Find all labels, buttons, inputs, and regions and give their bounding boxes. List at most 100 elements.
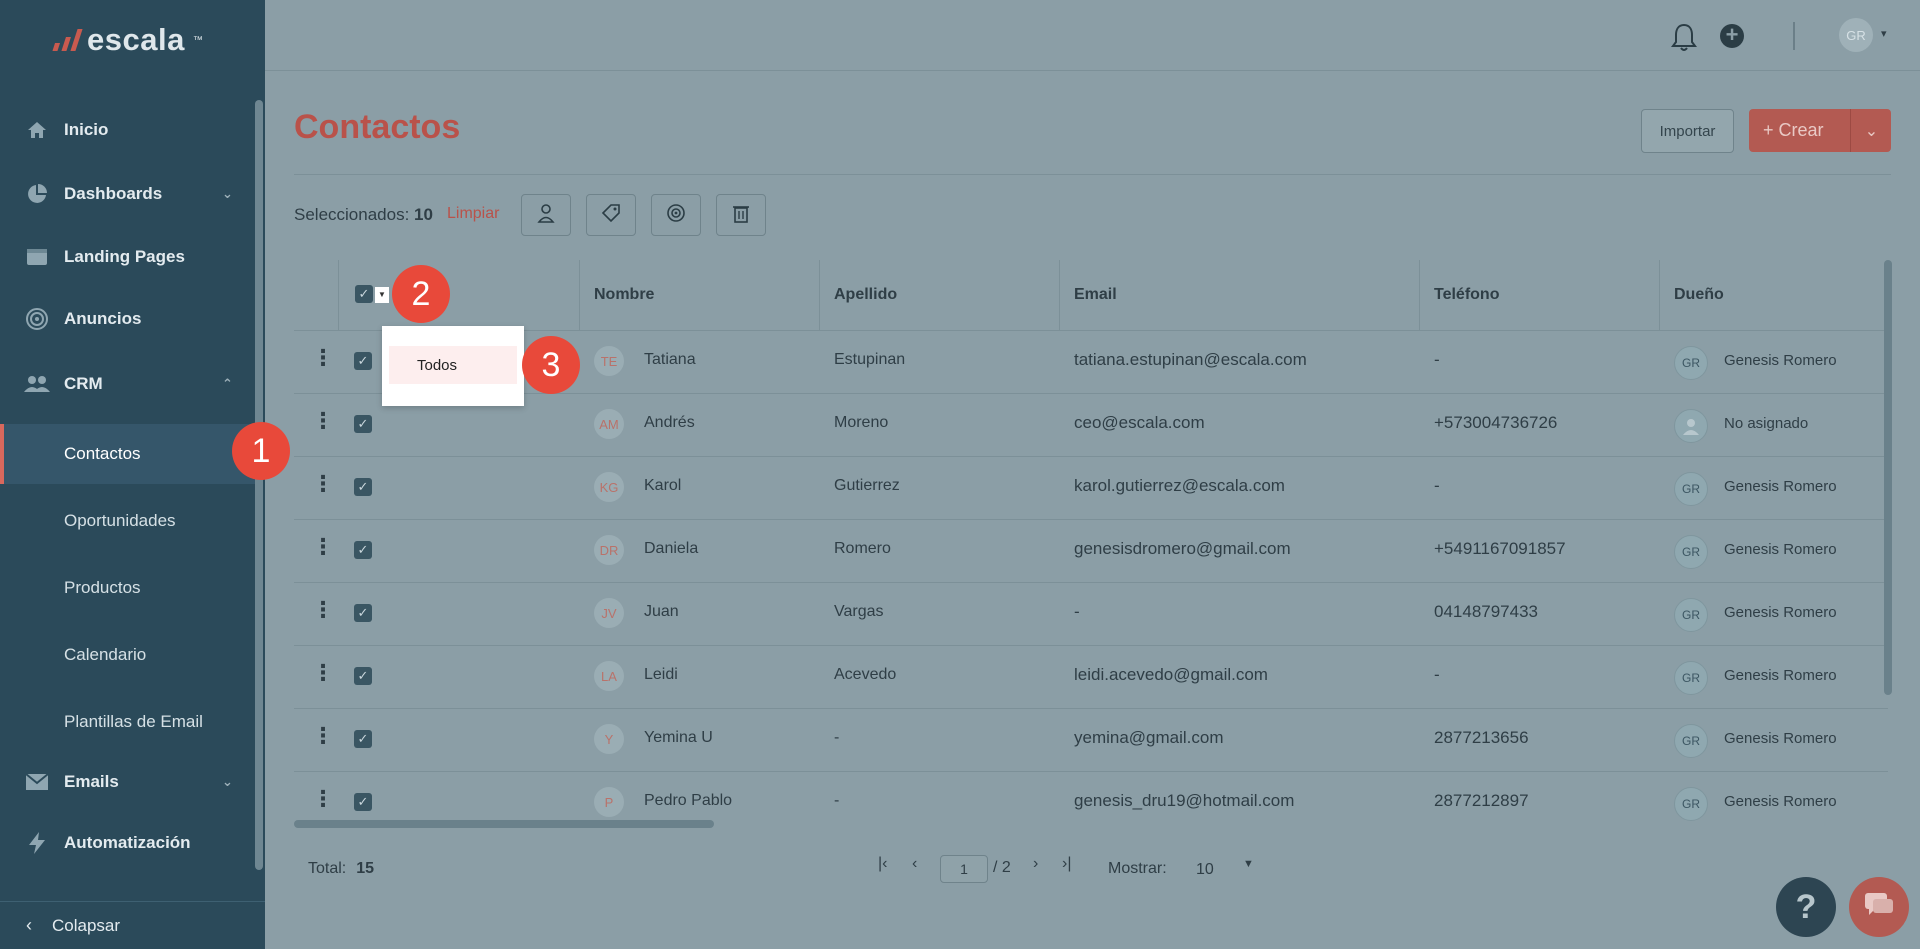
table-row[interactable]: ⋮ ✓ Y Yemina U - yemina@gmail.com 287721… [294, 708, 1888, 772]
column-header-apellido[interactable]: Apellido [834, 286, 897, 304]
import-button[interactable]: Importar [1641, 109, 1734, 153]
row-menu-icon[interactable]: ⋮ [312, 662, 334, 684]
select-all-option[interactable]: Todos [389, 346, 517, 384]
pie-chart-icon [24, 181, 50, 207]
bell-icon[interactable] [1671, 22, 1697, 57]
help-button[interactable]: ? [1776, 877, 1836, 937]
row-checkbox[interactable]: ✓ [354, 730, 372, 748]
select-dropdown-toggle[interactable]: ▼ [375, 287, 389, 303]
column-divider [1659, 260, 1660, 330]
sidebar-subitem-calendario[interactable]: Calendario [0, 625, 255, 685]
brand-trademark: ™ [192, 34, 203, 46]
sidebar-item-dashboards[interactable]: Dashboards ⌄ [0, 165, 255, 223]
first-page-icon[interactable]: |‹ [878, 855, 887, 873]
row-menu-icon[interactable]: ⋮ [312, 725, 334, 747]
collapse-sidebar-button[interactable]: ‹ Colapsar [0, 901, 265, 949]
row-menu-icon[interactable]: ⋮ [312, 599, 334, 621]
page-total: / 2 [993, 859, 1011, 876]
step-marker-2: 2 [392, 265, 450, 323]
sidebar-item-crm[interactable]: CRM ⌃ [0, 355, 255, 413]
contact-avatar: P [594, 787, 624, 817]
row-checkbox[interactable]: ✓ [354, 415, 372, 433]
create-dropdown-toggle[interactable]: ⌄ [1850, 109, 1892, 152]
row-checkbox[interactable]: ✓ [354, 352, 372, 370]
next-page-icon[interactable]: › [1033, 855, 1038, 873]
sidebar-item-label: Anuncios [64, 309, 142, 328]
row-checkbox[interactable]: ✓ [354, 604, 372, 622]
column-divider [819, 260, 820, 330]
column-divider [338, 260, 339, 330]
create-button[interactable]: + Crear ⌄ [1749, 109, 1891, 152]
contact-name[interactable]: Andrés [644, 414, 695, 432]
assign-owner-button[interactable] [521, 194, 571, 236]
table-row[interactable]: ⋮ ✓ JV Juan Vargas - 04148797433 GR Gene… [294, 582, 1888, 646]
campaign-button[interactable] [651, 194, 701, 236]
users-icon [24, 371, 50, 397]
row-checkbox[interactable]: ✓ [354, 667, 372, 685]
contact-lastname: Acevedo [834, 666, 897, 683]
chat-button[interactable] [1849, 877, 1909, 937]
select-all-control[interactable]: ✓ ▼ [355, 285, 395, 305]
delete-button[interactable] [716, 194, 766, 236]
row-checkbox[interactable]: ✓ [354, 478, 372, 496]
divider [1793, 22, 1795, 50]
contact-avatar: Y [594, 724, 624, 754]
sidebar-item-automatizacion[interactable]: Automatización [0, 814, 255, 872]
contact-name[interactable]: Tatiana [644, 351, 696, 369]
sidebar-item-emails[interactable]: Emails ⌄ [0, 753, 255, 811]
row-checkbox[interactable]: ✓ [354, 793, 372, 811]
contact-name[interactable]: Leidi [644, 666, 678, 684]
contact-name[interactable]: Pedro Pablo [644, 792, 732, 810]
table-row[interactable]: ⋮ ✓ LA Leidi Acevedo leidi.acevedo@gmail… [294, 645, 1888, 709]
row-menu-icon[interactable]: ⋮ [312, 536, 334, 558]
contact-name[interactable]: Juan [644, 603, 679, 621]
contact-avatar: JV [594, 598, 624, 628]
last-page-icon[interactable]: ›| [1062, 855, 1071, 873]
sidebar-subitem-productos[interactable]: Productos [0, 558, 255, 618]
add-icon[interactable]: + [1720, 24, 1744, 48]
contact-lastname: Romero [834, 540, 891, 557]
target-icon [24, 306, 50, 332]
total-value: 15 [356, 860, 375, 877]
total-count: Total: 15 [308, 860, 374, 878]
table-row[interactable]: ⋮ ✓ DR Daniela Romero genesisdromero@gma… [294, 519, 1888, 583]
page-size-select[interactable]: 10 [1196, 861, 1214, 879]
contact-name[interactable]: Yemina U [644, 729, 713, 747]
sidebar-item-landing-pages[interactable]: Landing Pages [0, 228, 255, 286]
clear-selection-link[interactable]: Limpiar [447, 205, 499, 223]
table-row[interactable]: ⋮ ✓ AM Andrés Moreno ceo@escala.com +573… [294, 393, 1888, 457]
contact-name[interactable]: Daniela [644, 540, 698, 558]
tag-button[interactable] [586, 194, 636, 236]
table-vertical-scrollbar[interactable] [1884, 260, 1892, 695]
sidebar-scrollbar[interactable] [255, 100, 263, 870]
table-row[interactable]: ⋮ ✓ KG Karol Gutierrez karol.gutierrez@e… [294, 456, 1888, 520]
row-menu-icon[interactable]: ⋮ [312, 410, 334, 432]
sidebar-subitem-plantillas[interactable]: Plantillas de Email [0, 692, 255, 752]
column-header-telefono[interactable]: Teléfono [1434, 286, 1499, 304]
contact-name[interactable]: Karol [644, 477, 681, 495]
page-number-input[interactable]: 1 [940, 855, 988, 883]
column-header-dueno[interactable]: Dueño [1674, 286, 1724, 304]
sidebar-subitem-oportunidades[interactable]: Oportunidades [0, 491, 255, 551]
row-menu-icon[interactable]: ⋮ [312, 473, 334, 495]
column-header-nombre[interactable]: Nombre [594, 286, 654, 304]
prev-page-icon[interactable]: ‹ [912, 855, 917, 873]
select-all-checkbox[interactable]: ✓ [355, 285, 373, 303]
row-menu-icon[interactable]: ⋮ [312, 347, 334, 369]
owner-avatar: GR [1674, 661, 1708, 695]
owner-name: Genesis Romero [1724, 541, 1837, 558]
row-menu-icon[interactable]: ⋮ [312, 788, 334, 810]
contact-email: genesis_dru19@hotmail.com [1074, 791, 1295, 810]
table-horizontal-scrollbar[interactable] [294, 820, 714, 828]
sidebar-item-label: Inicio [64, 120, 109, 139]
brand-logo[interactable]: escala ™ [52, 20, 203, 60]
sidebar-item-inicio[interactable]: Inicio [0, 101, 255, 159]
sidebar-subitem-contactos[interactable]: Contactos [0, 424, 255, 484]
sidebar-item-anuncios[interactable]: Anuncios [0, 290, 255, 348]
sidebar-item-label: CRM [64, 374, 103, 393]
user-avatar[interactable]: GR [1839, 18, 1873, 52]
caret-down-icon[interactable]: ▼ [1243, 858, 1254, 870]
chevron-down-icon[interactable]: ▾ [1881, 27, 1887, 40]
column-header-email[interactable]: Email [1074, 286, 1117, 304]
row-checkbox[interactable]: ✓ [354, 541, 372, 559]
